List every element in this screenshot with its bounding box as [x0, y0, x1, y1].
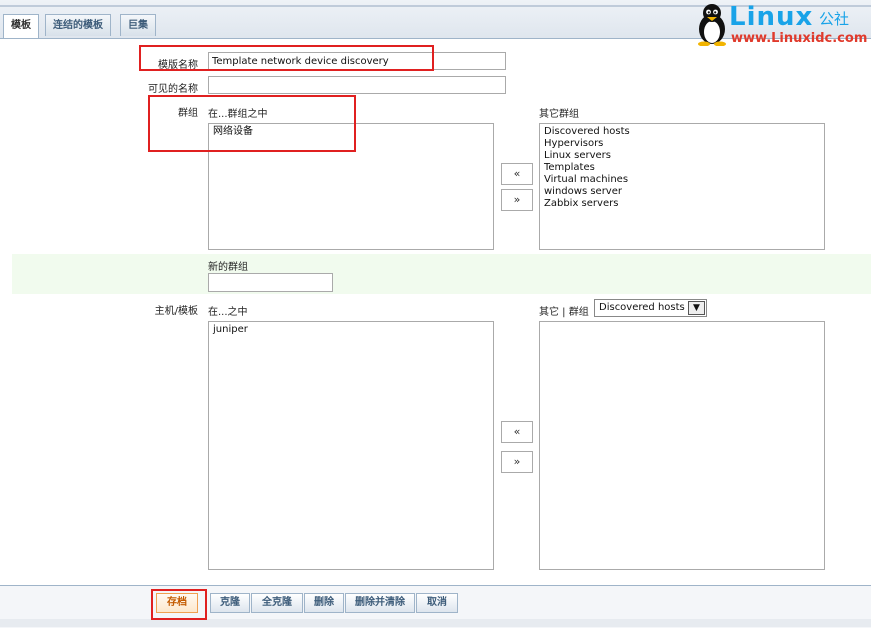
bottom-bar: [0, 619, 871, 627]
tab-linked-templates[interactable]: 连结的模板: [45, 14, 111, 36]
move-group-right-button[interactable]: »: [501, 189, 533, 211]
list-item[interactable]: juniper: [213, 324, 489, 336]
new-group-row: [12, 254, 871, 294]
list-item[interactable]: Zabbix servers: [544, 198, 820, 210]
logo-url: www.Linuxidc.com: [731, 31, 868, 46]
hosts-in-listbox[interactable]: juniper: [208, 321, 494, 570]
hosts-in-label: 在...之中: [208, 307, 248, 318]
hosts-other-listbox[interactable]: [539, 321, 825, 570]
list-item[interactable]: Discovered hosts: [544, 126, 820, 138]
delete-and-clear-button[interactable]: 删除并清除: [345, 593, 415, 613]
delete-button[interactable]: 删除: [304, 593, 344, 613]
cancel-button[interactable]: 取消: [416, 593, 458, 613]
move-group-left-button[interactable]: «: [501, 163, 533, 185]
list-item[interactable]: 网络设备: [213, 126, 489, 138]
hosts-group-selected: Discovered hosts: [599, 302, 685, 313]
logo-cn: 公社: [819, 10, 850, 28]
linuxidc-logo: Linux 公社 www.Linuxidc.com: [695, 2, 867, 48]
hosts-label: 主机/模板: [154, 306, 198, 317]
visible-name-label: 可见的名称: [148, 84, 198, 95]
groups-other-listbox[interactable]: Discovered hosts Hypervisors Linux serve…: [539, 123, 825, 250]
move-host-right-button[interactable]: »: [501, 451, 533, 473]
move-host-left-button[interactable]: «: [501, 421, 533, 443]
groups-in-listbox[interactable]: 网络设备: [208, 123, 494, 250]
new-group-label: 新的群组: [208, 262, 248, 273]
list-item[interactable]: Hypervisors: [544, 138, 820, 150]
template-name-input[interactable]: [208, 52, 506, 70]
tab-macros[interactable]: 巨集: [120, 14, 156, 36]
full-clone-button[interactable]: 全克隆: [251, 593, 303, 613]
groups-in-label: 在...群组之中: [208, 109, 268, 120]
chevron-down-icon[interactable]: ▼: [688, 301, 705, 315]
logo-word: Linux: [729, 2, 814, 32]
list-item[interactable]: Linux servers: [544, 150, 820, 162]
tux-penguin-icon: [698, 4, 726, 46]
groups-label: 群组: [178, 108, 198, 119]
list-item[interactable]: Virtual machines: [544, 174, 820, 186]
visible-name-input[interactable]: [208, 76, 506, 94]
list-item[interactable]: Templates: [544, 162, 820, 174]
hosts-group-select[interactable]: Discovered hosts ▼: [594, 299, 707, 317]
clone-button[interactable]: 克隆: [210, 593, 250, 613]
tab-template[interactable]: 模板: [3, 14, 39, 38]
template-name-label: 模版名称: [158, 60, 198, 71]
list-item[interactable]: windows server: [544, 186, 820, 198]
save-button[interactable]: 存档: [156, 593, 198, 613]
groups-other-label: 其它群组: [539, 109, 579, 120]
hosts-other-label: 其它 | 群组: [539, 307, 589, 318]
new-group-input[interactable]: [208, 273, 333, 292]
